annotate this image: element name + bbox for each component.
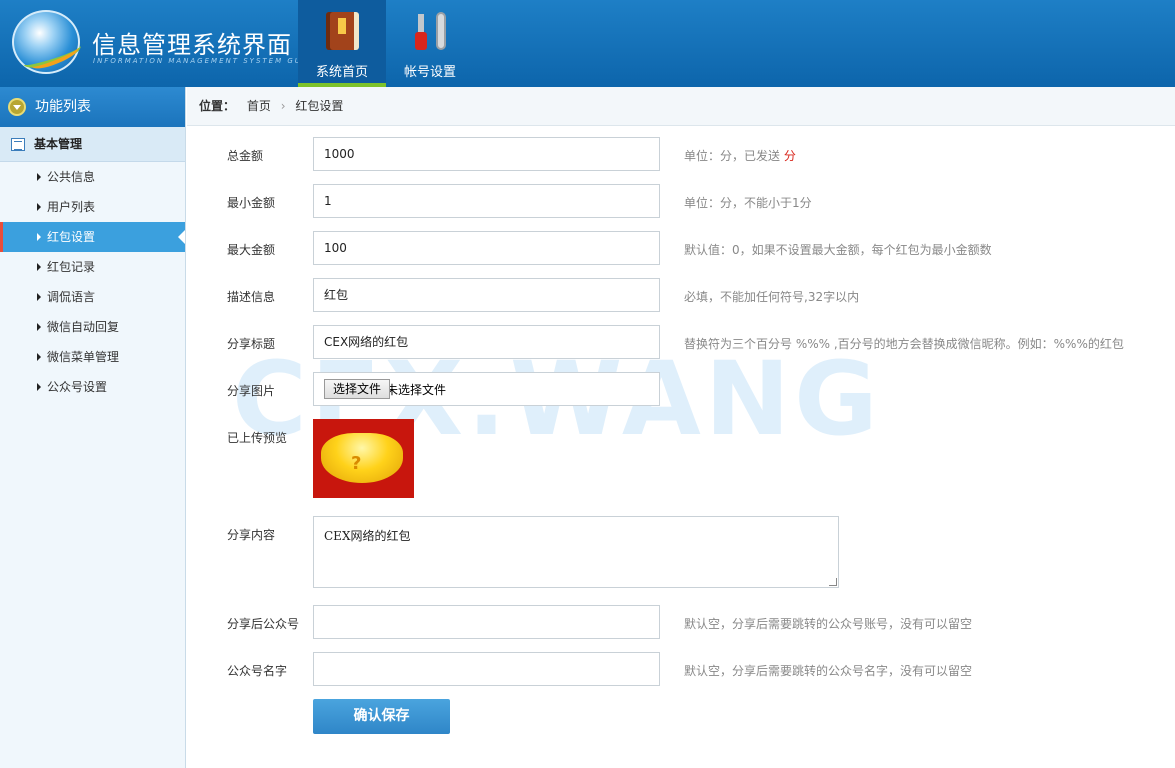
sidebar-item-wechat-autoreply[interactable]: 微信自动回复 <box>0 312 185 342</box>
description-label: 描述信息 <box>227 290 276 304</box>
book-icon <box>326 12 359 50</box>
share-content-label: 分享内容 <box>227 528 276 542</box>
header: 信息管理系统界面 INFORMATION MANAGEMENT SYSTEM G… <box>0 0 1175 87</box>
sidebar-item-redpacket-settings[interactable]: 红包设置 <box>0 222 185 252</box>
caret-right-icon <box>37 233 41 241</box>
top-nav-account[interactable]: 帐号设置 <box>386 0 474 87</box>
choose-file-button[interactable]: 选择文件 <box>324 379 391 399</box>
top-nav-home[interactable]: 系统首页 <box>298 0 386 87</box>
caret-right-icon <box>37 203 41 211</box>
top-nav-account-label: 帐号设置 <box>403 65 456 80</box>
active-notch <box>178 230 185 244</box>
min-amount-hint: 单位：分，不能小于1分 <box>684 196 812 210</box>
share-content-textarea[interactable]: CEX网络的红包 <box>313 516 839 588</box>
sidebar-item-user-list[interactable]: 用户列表 <box>0 192 185 222</box>
breadcrumb-separator: › <box>280 99 286 113</box>
sidebar-group-basic[interactable]: 基本管理 <box>0 127 185 162</box>
breadcrumb: 位置： 首页 › 红包设置 <box>187 87 1175 126</box>
sidebar-header-label: 功能列表 <box>35 99 91 115</box>
breadcrumb-prefix: 位置： <box>199 99 236 113</box>
caret-right-icon <box>37 293 41 301</box>
sidebar-item-official-account[interactable]: 公众号设置 <box>0 372 185 402</box>
app-title: 信息管理系统界面 <box>92 31 292 59</box>
sidebar-group-label: 基本管理 <box>34 137 83 151</box>
caret-right-icon <box>37 383 41 391</box>
description-input[interactable]: 红包 <box>313 278 660 312</box>
share-account-input[interactable] <box>313 605 660 639</box>
sidebar-item-redpacket-records[interactable]: 红包记录 <box>0 252 185 282</box>
sidebar-item-tease-language[interactable]: 调侃语言 <box>0 282 185 312</box>
ingot-question-mark: ? <box>351 453 362 474</box>
min-amount-label: 最小金额 <box>227 196 276 210</box>
sidebar-header: 功能列表 <box>0 87 185 127</box>
total-amount-input[interactable]: 1000 <box>313 137 660 171</box>
breadcrumb-current: 红包设置 <box>295 99 344 113</box>
description-hint: 必填，不能加任何符号,32字以内 <box>684 290 860 304</box>
caret-right-icon <box>37 263 41 271</box>
share-image-file-field[interactable]: 未选择文件 选择文件 <box>313 372 660 406</box>
sidebar: 功能列表 基本管理 公共信息 用户列表 红包设置 红包记录 调侃语言 微信自动回… <box>0 87 186 768</box>
sidebar-item-label: 微信自动回复 <box>47 320 120 334</box>
sidebar-item-wechat-menu[interactable]: 微信菜单管理 <box>0 342 185 372</box>
file-status-text: 未选择文件 <box>386 383 447 397</box>
caret-right-icon <box>37 173 41 181</box>
account-name-hint: 默认空，分享后需要跳转的公众号名字，没有可以留空 <box>684 664 973 678</box>
share-account-hint: 默认空，分享后需要跳转的公众号账号，没有可以留空 <box>684 617 973 631</box>
sidebar-item-label: 用户列表 <box>47 200 96 214</box>
chevron-down-icon <box>8 98 26 116</box>
share-content-value: CEX网络的红包 <box>324 529 411 543</box>
min-amount-input[interactable]: 1 <box>313 184 660 218</box>
caret-right-icon <box>37 323 41 331</box>
caret-right-icon <box>37 353 41 361</box>
app-subtitle: INFORMATION MANAGEMENT SYSTEM GUI <box>93 57 306 65</box>
total-amount-label: 总金额 <box>227 149 264 163</box>
sidebar-item-label: 公众号设置 <box>47 380 108 394</box>
share-title-input[interactable]: CEX网络的红包 <box>313 325 660 359</box>
account-name-input[interactable] <box>313 652 660 686</box>
max-amount-label: 最大金额 <box>227 243 276 257</box>
max-amount-hint: 默认值：0，如果不设置最大金额，每个红包为最小金额数 <box>684 243 992 257</box>
max-amount-input[interactable]: 100 <box>313 231 660 265</box>
share-title-label: 分享标题 <box>227 337 276 351</box>
sidebar-item-label: 红包设置 <box>47 230 96 244</box>
resize-grip-icon[interactable] <box>829 578 837 586</box>
share-account-label: 分享后公众号 <box>227 617 300 631</box>
preview-label: 已上传预览 <box>227 431 288 445</box>
uploaded-image-preview: ? <box>313 419 414 498</box>
sidebar-item-label: 调侃语言 <box>47 290 96 304</box>
share-title-hint: 替换符为三个百分号 %%% ,百分号的地方会替换成微信昵称。例如：%%%的红包 <box>684 337 1124 351</box>
tools-icon <box>412 10 452 52</box>
save-button[interactable]: 确认保存 <box>313 699 450 734</box>
sidebar-item-label: 微信菜单管理 <box>47 350 120 364</box>
top-nav-home-label: 系统首页 <box>315 65 368 80</box>
total-amount-hint-red: 分 <box>783 149 796 163</box>
gold-ingot-icon <box>321 433 403 483</box>
sidebar-item-label: 公共信息 <box>47 170 96 184</box>
total-amount-hint: 单位：分，已发送 分 <box>684 149 796 163</box>
breadcrumb-home[interactable]: 首页 <box>247 99 271 113</box>
account-name-label: 公众号名字 <box>227 664 288 678</box>
sidebar-item-label: 红包记录 <box>47 260 96 274</box>
sidebar-item-public-info[interactable]: 公共信息 <box>0 162 185 192</box>
list-icon <box>11 138 25 151</box>
share-image-label: 分享图片 <box>227 384 276 398</box>
